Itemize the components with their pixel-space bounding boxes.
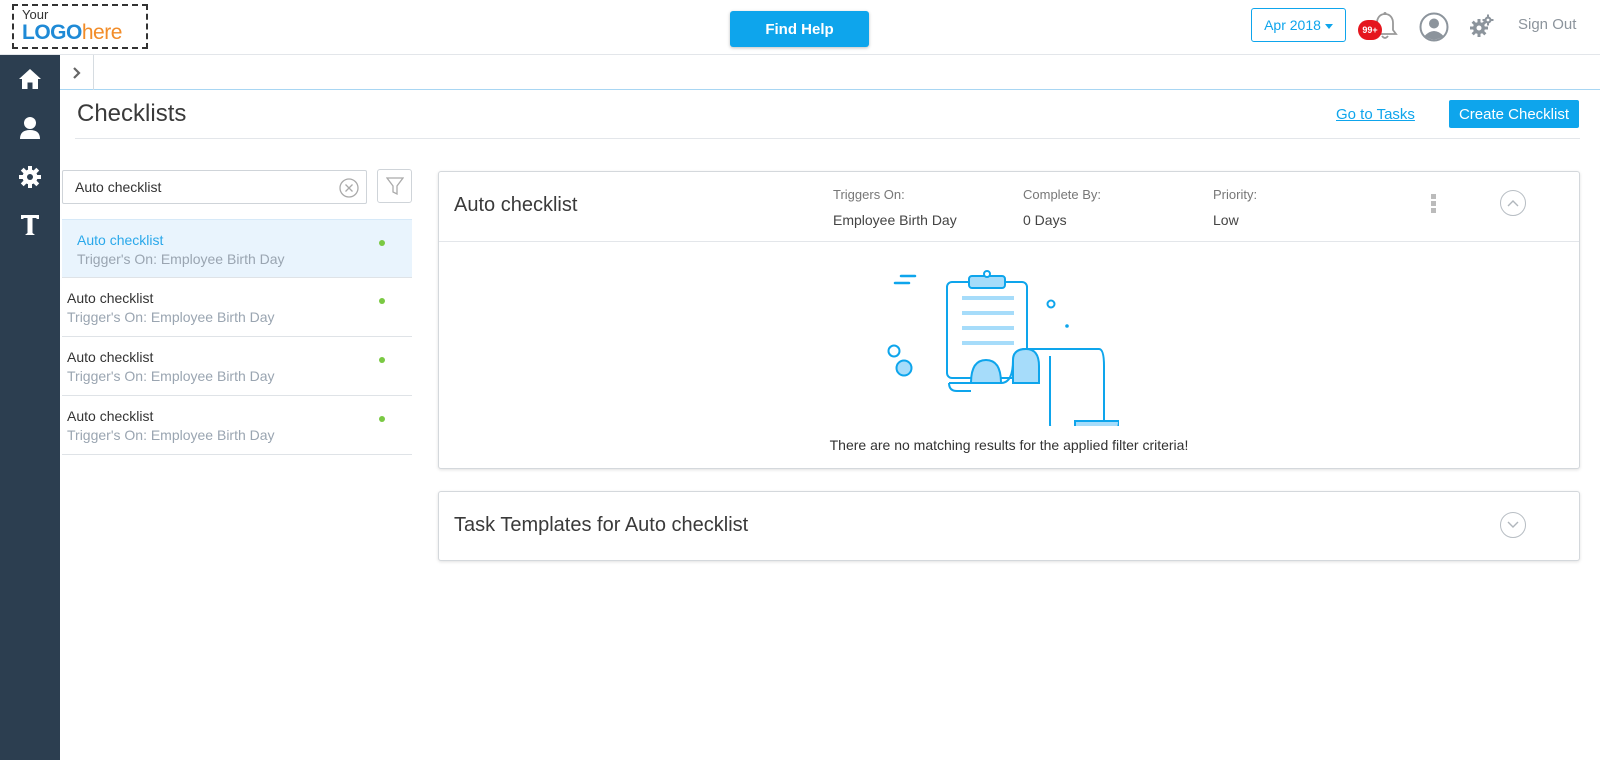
priority-label: Priority: — [1213, 187, 1258, 202]
expand-button[interactable] — [1500, 512, 1526, 538]
active-status-dot — [379, 357, 385, 363]
settings-icon — [19, 166, 41, 188]
active-status-dot — [379, 416, 385, 422]
logo-small-text: Your — [22, 7, 49, 22]
expand-panel-button[interactable] — [60, 55, 94, 90]
nav-home[interactable] — [0, 59, 60, 99]
list-item[interactable]: Auto checklist Trigger's On: Employee Bi… — [62, 219, 412, 278]
top-bar: Your LOGOhere Find Help Apr 2018 99+ Sig… — [0, 0, 1600, 55]
checklist-detail-panel: Auto checklist Triggers On: Employee Bir… — [438, 171, 1580, 469]
detail-header: Auto checklist Triggers On: Employee Bir… — [439, 172, 1579, 242]
sign-out-link[interactable]: Sign Out — [1518, 16, 1576, 33]
chevron-down-icon — [1507, 521, 1519, 528]
header-divider — [75, 138, 1580, 139]
nav-people[interactable] — [0, 108, 60, 148]
create-checklist-button[interactable]: Create Checklist — [1449, 100, 1579, 128]
complete-by-value: 0 Days — [1023, 212, 1067, 228]
period-dropdown[interactable]: Apr 2018 — [1251, 8, 1346, 42]
priority-value: Low — [1213, 212, 1239, 228]
gears-icon[interactable] — [1469, 14, 1495, 38]
empty-clipboard-illustration — [887, 270, 1119, 426]
task-templates-panel: Task Templates for Auto checklist — [438, 491, 1580, 561]
collapse-button[interactable] — [1500, 190, 1526, 216]
clear-search-icon[interactable] — [339, 178, 359, 198]
text-icon — [21, 215, 39, 235]
list-item[interactable]: Auto checklist Trigger's On: Employee Bi… — [62, 337, 412, 396]
breadcrumb-bar — [60, 55, 1600, 90]
logo[interactable]: Your LOGOhere — [12, 4, 148, 49]
checklist-name: Auto checklist — [67, 408, 154, 424]
period-label: Apr 2018 — [1264, 17, 1321, 33]
active-status-dot — [379, 298, 385, 304]
user-avatar-icon[interactable] — [1419, 12, 1449, 42]
find-help-button[interactable]: Find Help — [730, 11, 869, 47]
task-templates-title: Task Templates for Auto checklist — [454, 514, 749, 536]
nav-text[interactable] — [0, 205, 60, 245]
nav-settings[interactable] — [0, 157, 60, 197]
chevron-right-icon — [72, 66, 81, 79]
logo-main-b: here — [81, 21, 123, 44]
notification-badge: 99+ — [1358, 20, 1382, 40]
more-options-icon[interactable] — [1431, 194, 1437, 215]
page-title: Checklists — [77, 100, 187, 127]
filter-button[interactable] — [377, 169, 412, 203]
triggers-on-value: Employee Birth Day — [833, 212, 957, 228]
notifications-button[interactable]: 99+ — [1358, 11, 1398, 45]
side-nav — [0, 55, 60, 760]
search-input[interactable] — [63, 171, 366, 203]
checklist-list: Auto checklist Trigger's On: Employee Bi… — [62, 219, 412, 455]
checklist-name: Auto checklist — [77, 232, 164, 248]
go-to-tasks-link[interactable]: Go to Tasks — [1336, 106, 1415, 123]
caret-down-icon — [1324, 23, 1333, 29]
detail-title: Auto checklist — [454, 194, 578, 216]
list-item[interactable]: Auto checklist Trigger's On: Employee Bi… — [62, 278, 412, 337]
search-field — [62, 170, 367, 204]
checklist-trigger: Trigger's On: Employee Birth Day — [77, 251, 285, 267]
complete-by-label: Complete By: — [1023, 187, 1102, 202]
logo-main-text: LOGOhere — [22, 21, 122, 44]
filter-icon — [385, 177, 404, 196]
home-icon — [19, 69, 41, 89]
empty-state-message: There are no matching results for the ap… — [829, 437, 1189, 453]
checklist-trigger: Trigger's On: Employee Birth Day — [67, 427, 275, 443]
triggers-on-label: Triggers On: — [833, 187, 905, 202]
checklist-trigger: Trigger's On: Employee Birth Day — [67, 368, 275, 384]
logo-main-a: LOGO — [22, 21, 82, 44]
list-item[interactable]: Auto checklist Trigger's On: Employee Bi… — [62, 396, 412, 455]
active-status-dot — [379, 240, 385, 246]
checklist-name: Auto checklist — [67, 290, 154, 306]
checklist-name: Auto checklist — [67, 349, 154, 365]
user-icon — [20, 117, 40, 139]
chevron-up-icon — [1507, 200, 1519, 207]
checklist-trigger: Trigger's On: Employee Birth Day — [67, 309, 275, 325]
